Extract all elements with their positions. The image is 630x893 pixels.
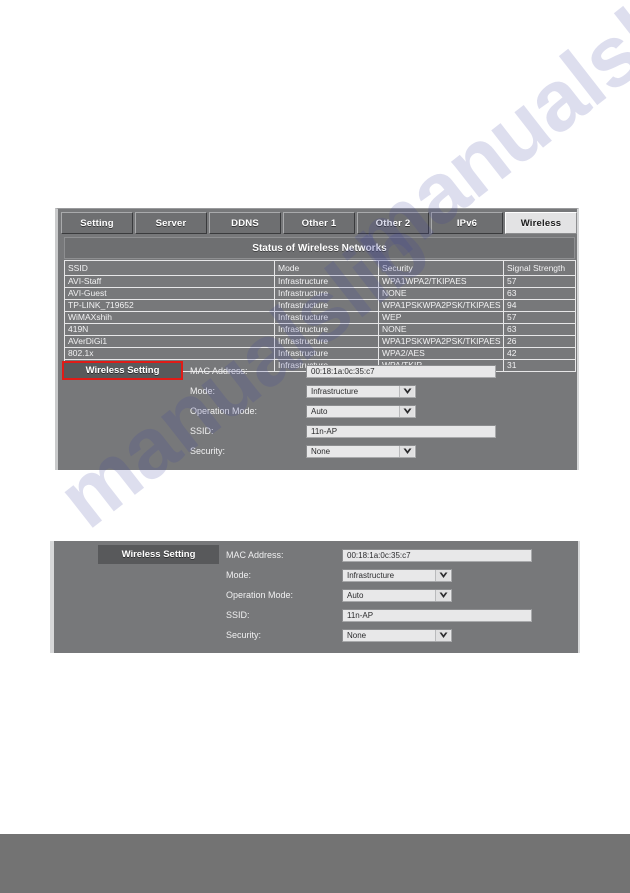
field-row-ssid: SSID: 11n-AP xyxy=(226,605,532,625)
cell-mode: Infrastructure xyxy=(274,323,379,336)
cell-mode: Infrastructure xyxy=(274,311,379,324)
label-mac-address: MAC Address: xyxy=(190,366,248,376)
status-section-title: Status of Wireless Networks xyxy=(64,237,575,259)
cell-mode: Infrastructure xyxy=(274,287,379,300)
cell-mode: Infrastructure xyxy=(274,299,379,312)
tab-other-2[interactable]: Other 2 xyxy=(357,212,429,234)
cell-security: NONE xyxy=(378,287,504,300)
page-footer-bar xyxy=(0,834,630,893)
cell-signal: 26 xyxy=(503,335,576,348)
wireless-networks-table: SSID Mode Security Signal Strength AVI-S… xyxy=(64,260,576,372)
table-header-row: SSID Mode Security Signal Strength xyxy=(64,260,576,276)
chevron-down-icon xyxy=(435,589,450,601)
label-operation-mode: Operation Mode: xyxy=(226,590,294,600)
column-header-mode: Mode xyxy=(274,260,379,276)
cell-signal: 63 xyxy=(503,323,576,336)
cell-signal: 94 xyxy=(503,299,576,312)
field-row-mode: Mode: Infrastructure xyxy=(190,381,416,401)
chevron-down-icon xyxy=(435,629,450,641)
field-row-operation-mode: Operation Mode: Auto xyxy=(190,401,416,421)
chevron-down-icon xyxy=(399,405,414,417)
cell-security: WPA1WPA2/TKIPAES xyxy=(378,275,504,288)
operation-mode-select[interactable]: Auto xyxy=(342,588,452,602)
cell-signal: 42 xyxy=(503,347,576,360)
cell-security: WPA2/AES xyxy=(378,347,504,360)
field-row-security: Security: None xyxy=(190,441,416,461)
mac-address-input[interactable]: 00:18:1a:0c:35:c7 xyxy=(342,548,532,562)
cell-mode: Infrastructure xyxy=(274,347,379,360)
mode-select[interactable]: Infrastructure xyxy=(342,568,452,582)
column-header-ssid: SSID xyxy=(64,260,275,276)
column-header-signal-strength: Signal Strength xyxy=(503,260,576,276)
label-mode: Mode: xyxy=(226,570,252,580)
table-row[interactable]: TP-LINK_719652 Infrastructure WPA1PSKWPA… xyxy=(64,299,576,312)
field-row-mac-address: MAC Address: 00:18:1a:0c:35:c7 xyxy=(226,545,532,565)
wireless-settings-panel-top: Setting Server DDNS Other 1 Other 2 IPv6… xyxy=(55,208,579,470)
cell-ssid: TP-LINK_719652 xyxy=(64,299,275,312)
security-select[interactable]: None xyxy=(306,444,416,458)
table-row[interactable]: AVerDiGi1 Infrastructure WPA1PSKWPA2PSK/… xyxy=(64,335,576,348)
operation-mode-select[interactable]: Auto xyxy=(306,404,416,418)
operation-mode-select-value: Auto xyxy=(311,406,328,416)
table-row[interactable]: AVI-Guest Infrastructure NONE 63 xyxy=(64,287,576,300)
cell-mode: Infrastructure xyxy=(274,275,379,288)
field-row-ssid: SSID: 11n-AP xyxy=(190,421,496,441)
tab-wireless[interactable]: Wireless xyxy=(505,212,577,234)
cell-security: WPA1PSKWPA2PSK/TKIPAES xyxy=(378,335,504,348)
security-select[interactable]: None xyxy=(342,628,452,642)
tab-ipv6[interactable]: IPv6 xyxy=(431,212,503,234)
field-row-mode: Mode: Infrastructure xyxy=(226,565,452,585)
cell-ssid: WiMAXshih xyxy=(64,311,275,324)
label-operation-mode: Operation Mode: xyxy=(190,406,258,416)
cell-ssid: AVI-Guest xyxy=(64,287,275,300)
security-select-value: None xyxy=(311,446,331,456)
ssid-input[interactable]: 11n-AP xyxy=(306,424,496,438)
field-row-operation-mode: Operation Mode: Auto xyxy=(226,585,452,605)
cell-signal: 57 xyxy=(503,275,576,288)
cell-ssid: 802.1x xyxy=(64,347,275,360)
table-row[interactable]: 802.1x Infrastructure WPA2/AES 42 xyxy=(64,347,576,360)
tab-bar: Setting Server DDNS Other 1 Other 2 IPv6… xyxy=(61,212,577,234)
label-mac-address: MAC Address: xyxy=(226,550,284,560)
field-row-mac-address: MAC Address: 00:18:1a:0c:35:c7 xyxy=(190,361,496,381)
tab-other-1[interactable]: Other 1 xyxy=(283,212,355,234)
mac-address-input[interactable]: 00:18:1a:0c:35:c7 xyxy=(306,364,496,378)
chevron-down-icon xyxy=(399,385,414,397)
table-row[interactable]: 419N Infrastructure NONE 63 xyxy=(64,323,576,336)
table-row[interactable]: WiMAXshih Infrastructure WEP 57 xyxy=(64,311,576,324)
cell-signal: 63 xyxy=(503,287,576,300)
label-ssid: SSID: xyxy=(190,426,214,436)
label-ssid: SSID: xyxy=(226,610,250,620)
tab-ddns[interactable]: DDNS xyxy=(209,212,281,234)
security-select-value: None xyxy=(347,630,367,640)
chevron-down-icon xyxy=(435,569,450,581)
wireless-setting-badge: Wireless Setting xyxy=(98,545,219,564)
label-security: Security: xyxy=(226,630,262,640)
field-row-security: Security: None xyxy=(226,625,452,645)
cell-signal: 31 xyxy=(503,359,576,372)
label-mode: Mode: xyxy=(190,386,216,396)
cell-signal: 57 xyxy=(503,311,576,324)
cell-security: WPA1PSKWPA2PSK/TKIPAES xyxy=(378,299,504,312)
cell-security: NONE xyxy=(378,323,504,336)
label-security: Security: xyxy=(190,446,226,456)
ssid-input[interactable]: 11n-AP xyxy=(342,608,532,622)
cell-ssid: AVerDiGi1 xyxy=(64,335,275,348)
cell-ssid: 419N xyxy=(64,323,275,336)
wireless-setting-badge-highlighted: Wireless Setting xyxy=(62,361,183,380)
cell-mode: Infrastructure xyxy=(274,335,379,348)
tab-server[interactable]: Server xyxy=(135,212,207,234)
cell-ssid: AVI-Staff xyxy=(64,275,275,288)
mode-select[interactable]: Infrastructure xyxy=(306,384,416,398)
mode-select-value: Infrastructure xyxy=(311,386,359,396)
mode-select-value: Infrastructure xyxy=(347,570,395,580)
tab-setting[interactable]: Setting xyxy=(61,212,133,234)
cell-security: WEP xyxy=(378,311,504,324)
table-row[interactable]: AVI-Staff Infrastructure WPA1WPA2/TKIPAE… xyxy=(64,275,576,288)
column-header-security: Security xyxy=(378,260,504,276)
operation-mode-select-value: Auto xyxy=(347,590,364,600)
chevron-down-icon xyxy=(399,445,414,457)
wireless-settings-panel-bottom: Wireless Setting MAC Address: 00:18:1a:0… xyxy=(50,541,580,653)
